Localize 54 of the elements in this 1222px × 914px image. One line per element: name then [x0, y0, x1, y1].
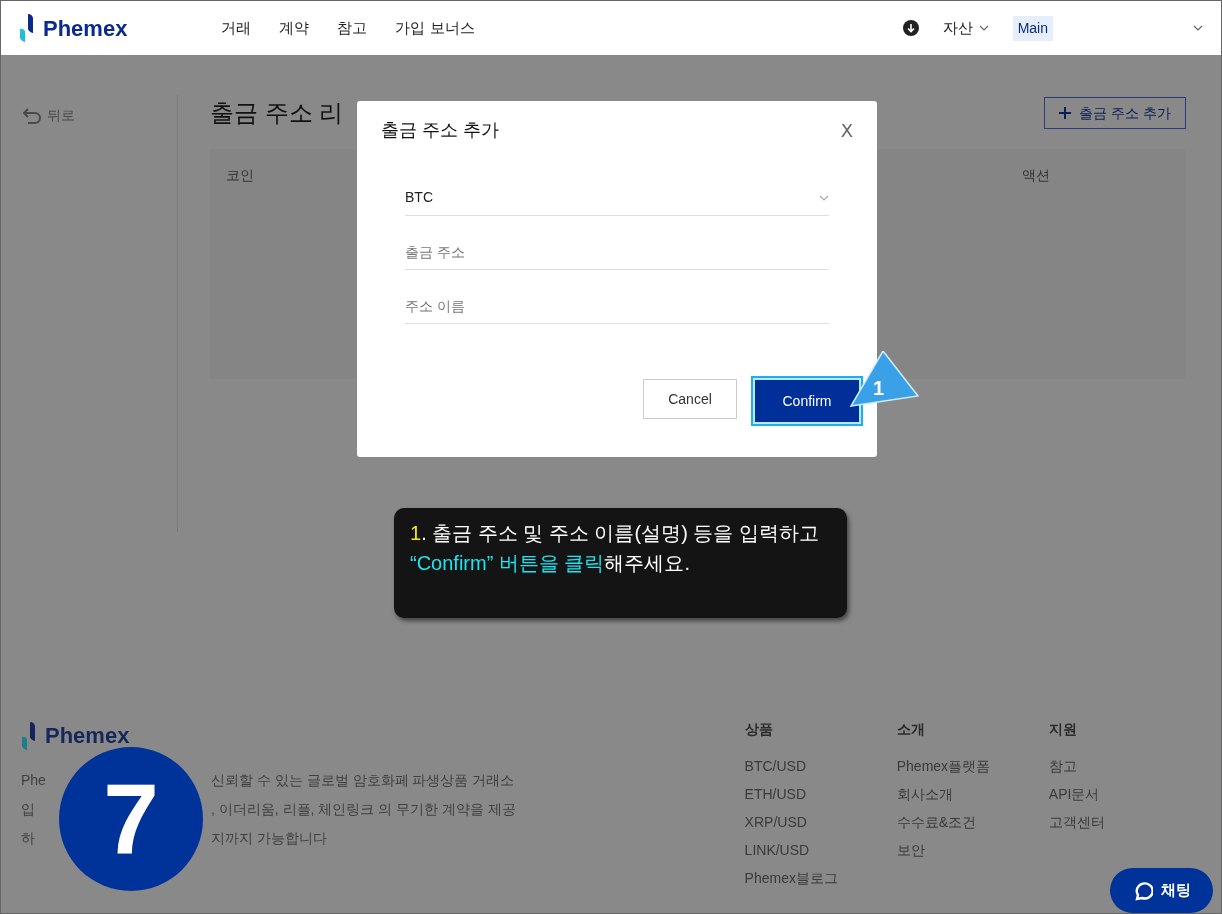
back-icon: [23, 107, 41, 124]
footer-link[interactable]: LINK/USD: [744, 836, 897, 864]
nav-link[interactable]: 가입 보너스: [395, 16, 475, 40]
footer-link[interactable]: Phemex플랫폼: [896, 752, 1049, 780]
input-field[interactable]: 주소 이름: [405, 288, 829, 324]
plus-icon: [1059, 107, 1072, 119]
footer-text: 신뢰할 수 있는 글로벌 암호화페 파생상품 거래소: [211, 771, 515, 790]
footer-link[interactable]: 참고: [1048, 752, 1201, 780]
modal-title: 출금 주소 추가: [381, 119, 499, 142]
footer-text: Phe: [21, 771, 47, 790]
account-badge[interactable]: Main: [1012, 15, 1053, 41]
back-button[interactable]: 뒤로: [23, 105, 75, 126]
page-title: 출금 주소 리: [210, 98, 344, 128]
footer-link[interactable]: 수수료&조건: [896, 808, 1049, 836]
logo-text: Phemex: [43, 14, 128, 43]
footer-link[interactable]: 보안: [896, 836, 1049, 864]
instruction-text: “Confirm” 버튼을 클릭해주세요.: [410, 551, 691, 576]
footer-link[interactable]: 고객센터: [1048, 808, 1201, 836]
nav-link[interactable]: 계약: [279, 16, 310, 40]
column-header: 코인: [226, 166, 254, 185]
footer-heading: 상품: [744, 720, 774, 739]
assets-menu[interactable]: 자산: [942, 16, 989, 40]
footer-link[interactable]: API문서: [1048, 780, 1201, 808]
caret-icon: [1193, 25, 1203, 31]
footer-link[interactable]: Phemex블로그: [744, 864, 897, 892]
caret-icon: [978, 25, 989, 31]
nav-link[interactable]: 거래: [221, 16, 252, 40]
footer-link[interactable]: BTC/USD: [744, 752, 897, 780]
footer-link[interactable]: 회사소개: [896, 780, 1049, 808]
close-button[interactable]: X: [840, 117, 853, 144]
footer-text: 입: [21, 800, 36, 819]
coin-select[interactable]: BTC: [405, 180, 829, 216]
instruction-text: 1. 출금 주소 및 주소 이름(설명) 등을 입력하고: [410, 521, 820, 546]
chat-icon: [1132, 880, 1153, 901]
pointer-arrow-icon: [849, 351, 919, 409]
footer-text: 지까지 가능합니다: [211, 829, 327, 848]
cancel-button[interactable]: Cancel: [643, 379, 737, 419]
footer-text: , 이더리움, 리플, 체인링크 의 무기한 계약을 제공: [211, 800, 516, 819]
step-badge: 7: [59, 747, 203, 891]
logo-text: Phemex: [45, 722, 130, 750]
add-address-button[interactable]: 출금 주소 추가: [1044, 97, 1186, 129]
confirm-button[interactable]: Confirm: [755, 380, 859, 422]
nav-link[interactable]: 참고: [337, 16, 368, 40]
download-icon[interactable]: [902, 20, 919, 36]
input-field[interactable]: 출금 주소: [405, 234, 829, 270]
chat-button[interactable]: 채팅: [1110, 868, 1213, 913]
footer-link[interactable]: ETH/USD: [744, 780, 897, 808]
footer-heading: 소개: [896, 720, 926, 739]
footer-text: 하: [21, 829, 36, 848]
footer-heading: 지원: [1048, 720, 1078, 739]
caret-icon: [819, 194, 829, 201]
footer-link[interactable]: XRP/USD: [744, 808, 897, 836]
callout-number: 1: [873, 376, 885, 401]
column-header: 액션: [1022, 166, 1050, 185]
